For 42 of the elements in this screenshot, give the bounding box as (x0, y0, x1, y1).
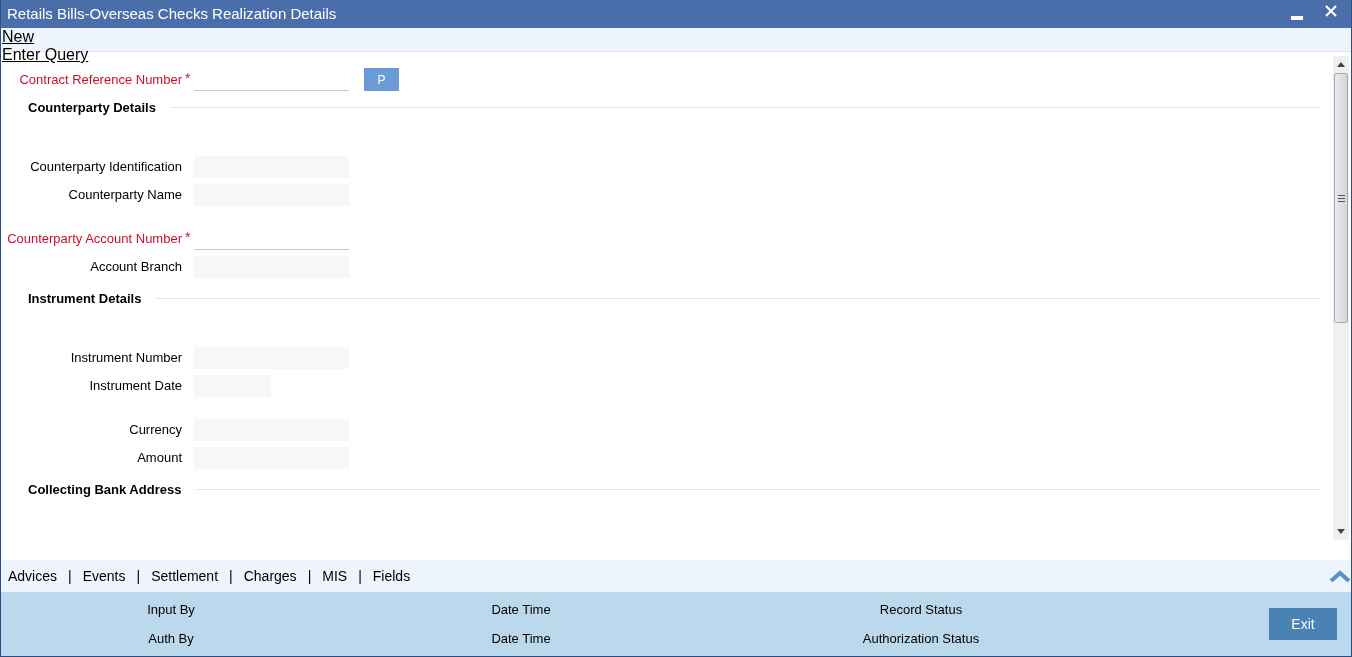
required-mark: * (184, 227, 192, 247)
scrollbar[interactable] (1333, 56, 1349, 540)
tab-link[interactable]: Settlement (151, 565, 219, 587)
section-heading: Instrument Details (28, 289, 142, 308)
field-label: Counterparty Name (67, 185, 182, 204)
field-label: Contract Reference Number (18, 70, 182, 89)
footer-label: Input By (146, 600, 196, 619)
tab-separator: | (68, 566, 72, 586)
tab-separator: | (229, 566, 233, 586)
scroll-down-icon[interactable] (1337, 529, 1345, 534)
footer-label: Record Status (878, 600, 964, 619)
footer-label: Date Time (490, 600, 552, 619)
field-label: Instrument Number (69, 348, 182, 367)
minimize-icon[interactable] (1291, 16, 1303, 20)
tab-separator: | (358, 566, 362, 586)
menu-link[interactable]: New (1, 28, 35, 46)
tab-separator: | (307, 566, 312, 586)
tab-link[interactable]: Events (82, 565, 126, 587)
field-label: Amount (136, 448, 182, 467)
tab-link[interactable]: Advices (8, 565, 58, 587)
section-heading: Counterparty Details (28, 98, 156, 117)
field-label: Instrument Date (88, 376, 182, 395)
scrollbar-thumb[interactable] (1334, 73, 1348, 323)
window-title: Retails Bills-Overseas Checks Realization Details (7, 3, 338, 24)
field-label: Account Branch (89, 257, 182, 276)
exit-button[interactable]: Exit (1269, 608, 1337, 640)
footer-label: Authorization Status (861, 630, 981, 648)
tab-link[interactable]: MIS (322, 565, 348, 587)
field-label: Counterparty Account Number (6, 229, 182, 248)
collapse-icon[interactable] (1329, 570, 1351, 582)
footer-label: Date Time (490, 630, 552, 648)
footer-label: Auth By (147, 630, 195, 648)
field-label: Counterparty Identification (29, 157, 182, 176)
tab-link[interactable]: Fields (372, 565, 411, 587)
required-mark: * (184, 68, 192, 88)
field-label: Currency (128, 420, 182, 439)
tab-link[interactable]: Charges (243, 565, 297, 587)
close-icon[interactable] (1325, 5, 1337, 17)
scroll-up-icon[interactable] (1337, 62, 1345, 67)
tab-separator: | (136, 566, 141, 586)
menu-link[interactable]: Enter Query (1, 46, 90, 64)
section-heading: Collecting Bank Address (28, 480, 182, 499)
